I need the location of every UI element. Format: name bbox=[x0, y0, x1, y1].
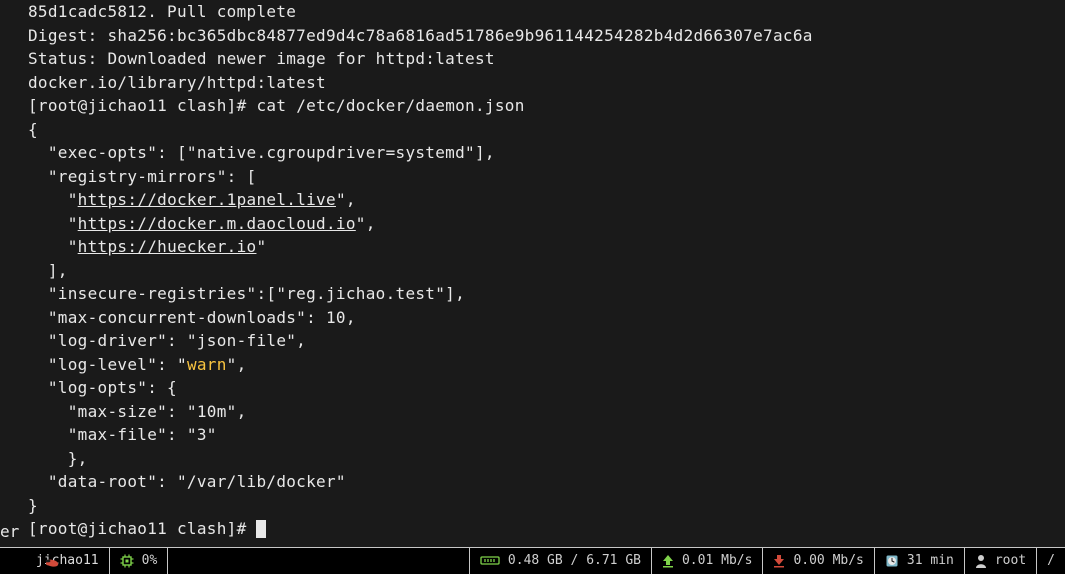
mirror-url[interactable]: https://huecker.io bbox=[78, 237, 257, 256]
output-line: "https://docker.m.daocloud.io", bbox=[28, 212, 1065, 236]
path-text: / bbox=[1047, 549, 1055, 573]
statusbar-separator bbox=[167, 548, 168, 574]
shell-command: cat /etc/docker/daemon.json bbox=[256, 96, 524, 115]
output-line: { bbox=[28, 118, 1065, 142]
text: "log-level": " bbox=[28, 355, 187, 374]
output-line: "log-opts": { bbox=[28, 376, 1065, 400]
output-line: "data-root": "/var/lib/docker" bbox=[28, 470, 1065, 494]
uptime-text: 31 min bbox=[907, 549, 954, 573]
text: ", bbox=[227, 355, 247, 374]
prompt-line: [root@jichao11 clash]# cat /etc/docker/d… bbox=[28, 94, 1065, 118]
text: " bbox=[28, 214, 78, 233]
text: ", bbox=[356, 214, 376, 233]
status-hostname[interactable]: jichao11 bbox=[0, 548, 109, 574]
output-line: "log-driver": "json-file", bbox=[28, 329, 1065, 353]
user-icon bbox=[975, 554, 987, 568]
output-line: "max-size": "10m", bbox=[28, 400, 1065, 424]
memory-text: 0.48 GB / 6.71 GB bbox=[508, 549, 641, 573]
cpu-icon bbox=[120, 554, 134, 568]
log-level-value: warn bbox=[187, 355, 227, 374]
upload-icon bbox=[662, 554, 674, 568]
net-down-text: 0.00 Mb/s bbox=[793, 549, 863, 573]
download-icon bbox=[773, 554, 785, 568]
prompt-line: [root@jichao11 clash]# bbox=[28, 517, 1065, 541]
status-uptime[interactable]: 31 min bbox=[875, 548, 964, 574]
mirror-url[interactable]: https://docker.1panel.live bbox=[78, 190, 336, 209]
output-line: "https://docker.1panel.live", bbox=[28, 188, 1065, 212]
cursor[interactable] bbox=[256, 520, 266, 538]
mirror-url[interactable]: https://docker.m.daocloud.io bbox=[78, 214, 356, 233]
output-line: docker.io/library/httpd:latest bbox=[28, 71, 1065, 95]
text: " bbox=[256, 237, 266, 256]
status-net-down[interactable]: 0.00 Mb/s bbox=[763, 548, 873, 574]
terminal-output[interactable]: 85d1cadc5812. Pull completeDigest: sha25… bbox=[0, 0, 1065, 541]
status-net-up[interactable]: 0.01 Mb/s bbox=[652, 548, 762, 574]
text: " bbox=[28, 190, 78, 209]
output-line: Status: Downloaded newer image for httpd… bbox=[28, 47, 1065, 71]
user-text: root bbox=[995, 549, 1026, 573]
output-line: Digest: sha256:bc365dbc84877ed9d4c78a681… bbox=[28, 24, 1065, 48]
shell-prompt: [root@jichao11 clash]# bbox=[28, 96, 256, 115]
output-line: "max-file": "3" bbox=[28, 423, 1065, 447]
output-line: }, bbox=[28, 447, 1065, 471]
status-path[interactable]: / bbox=[1037, 548, 1065, 574]
output-line: "log-level": "warn", bbox=[28, 353, 1065, 377]
shell-prompt: [root@jichao11 clash]# bbox=[28, 519, 256, 538]
left-edge-label: er bbox=[0, 520, 19, 544]
net-up-text: 0.01 Mb/s bbox=[682, 549, 752, 573]
output-line: "registry-mirrors": [ bbox=[28, 165, 1065, 189]
cpu-text: 0% bbox=[142, 549, 158, 573]
redhat-icon bbox=[44, 557, 60, 569]
text: " bbox=[28, 237, 78, 256]
output-line: ], bbox=[28, 259, 1065, 283]
output-line: "insecure-registries":["reg.jichao.test"… bbox=[28, 282, 1065, 306]
output-line: } bbox=[28, 494, 1065, 518]
status-memory[interactable]: 0.48 GB / 6.71 GB bbox=[470, 548, 651, 574]
output-line: "https://huecker.io" bbox=[28, 235, 1065, 259]
status-cpu[interactable]: 0% bbox=[110, 548, 168, 574]
output-line: "max-concurrent-downloads": 10, bbox=[28, 306, 1065, 330]
statusbar: jichao11 0% 0.48 GB / 6.71 GB 0.01 Mb/s … bbox=[0, 548, 1065, 574]
text: ", bbox=[336, 190, 356, 209]
memory-icon bbox=[480, 555, 500, 567]
status-user[interactable]: root bbox=[965, 548, 1036, 574]
output-line: 85d1cadc5812. Pull complete bbox=[28, 0, 1065, 24]
output-line: "exec-opts": ["native.cgroupdriver=syste… bbox=[28, 141, 1065, 165]
clock-icon bbox=[885, 554, 899, 568]
